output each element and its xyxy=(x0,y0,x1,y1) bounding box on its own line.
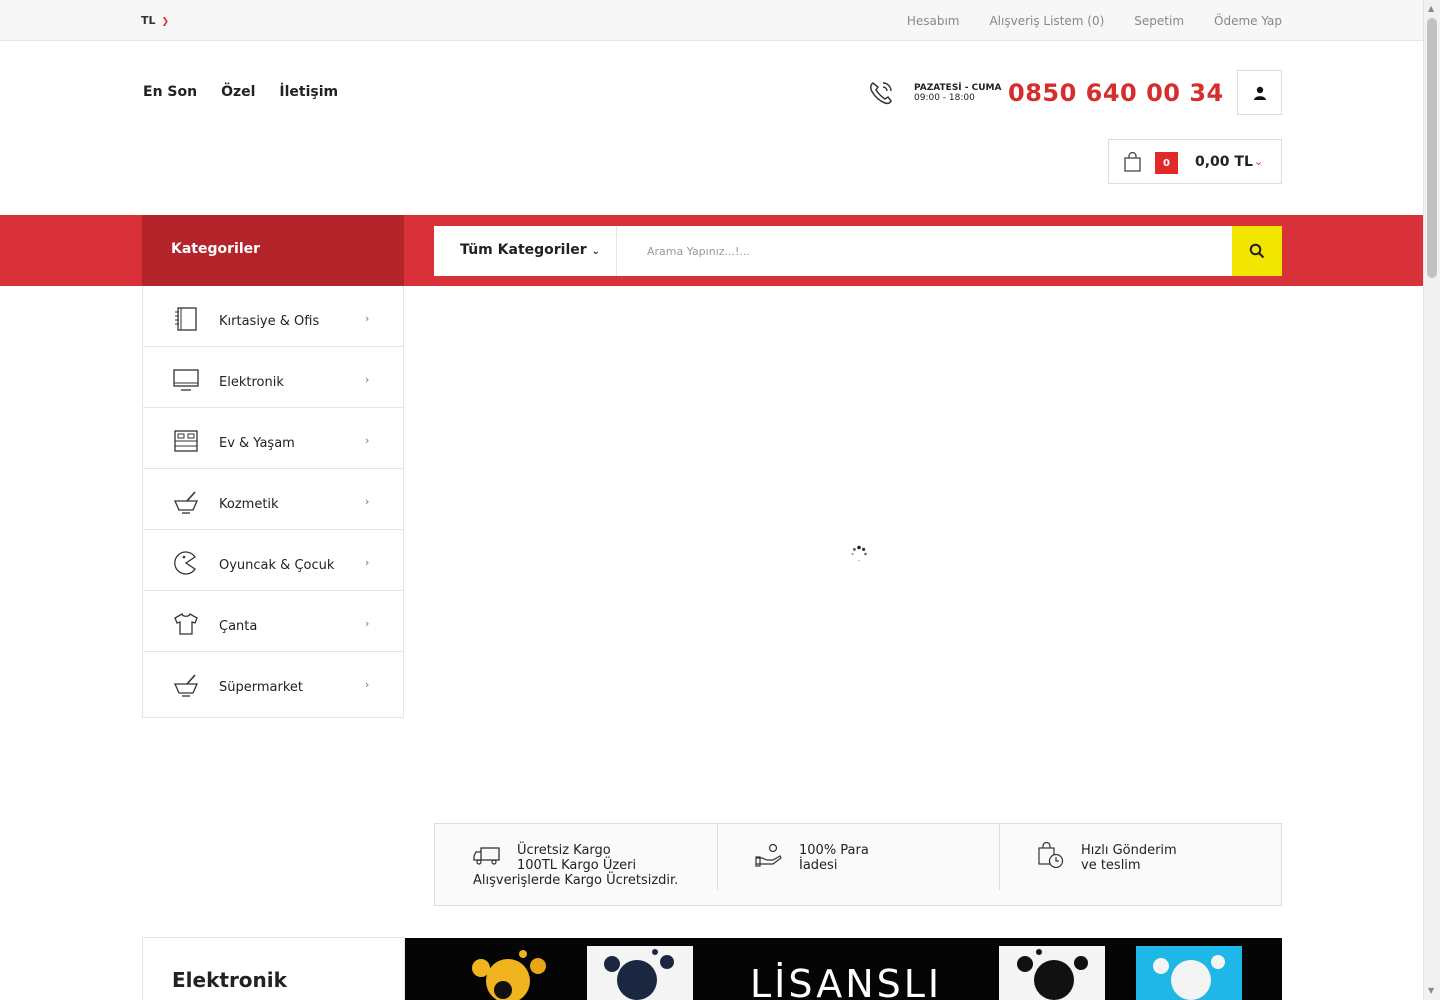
category-item-kozmetik[interactable]: Kozmetik › xyxy=(143,469,403,530)
hand-money-icon xyxy=(755,843,782,867)
feature-title: Ücretsiz Kargo xyxy=(517,843,611,858)
shopping-bag-icon xyxy=(1124,151,1141,172)
notebook-icon xyxy=(175,307,197,331)
category-label: Süpermarket xyxy=(219,680,303,695)
cart-total: 0,00 TL xyxy=(1195,154,1253,170)
cart-count-badge: 0 xyxy=(1155,152,1178,174)
search-category-select[interactable]: Tüm Kategoriler ⌄ xyxy=(434,226,617,276)
category-list: Kırtasiye & Ofis › Elektronik › Ev & Yaş… xyxy=(142,286,404,718)
feature-title: Hızlı Gönderim xyxy=(1081,843,1177,858)
chevron-down-icon: ❯ xyxy=(161,17,170,27)
features-strip: Ücretsiz Kargo 100TL Kargo Üzeri Alışver… xyxy=(434,823,1282,906)
user-account-button[interactable] xyxy=(1237,70,1282,115)
account-link[interactable]: Hesabım xyxy=(907,14,960,28)
currency-selector[interactable]: TL ❯ xyxy=(141,14,169,27)
nav-latest[interactable]: En Son xyxy=(143,84,197,100)
search-button[interactable] xyxy=(1232,226,1282,276)
category-item-elektronik[interactable]: Elektronik › xyxy=(143,347,403,408)
feature-fast-delivery: Hızlı Gönderim ve teslim xyxy=(999,824,1281,905)
search-input[interactable] xyxy=(617,226,1232,276)
loading-spinner-icon xyxy=(851,545,867,562)
section-title: Elektronik xyxy=(142,937,405,1000)
category-item-canta[interactable]: Çanta › xyxy=(143,591,403,652)
chevron-right-icon: › xyxy=(365,495,370,508)
working-hours: PAZATESİ - CUMA 09:00 - 18:00 xyxy=(914,83,1001,103)
truck-icon xyxy=(473,847,500,865)
category-label: Oyuncak & Çocuk xyxy=(219,558,335,573)
paint-splash-yellow-image xyxy=(453,946,559,1000)
working-time: 09:00 - 18:00 xyxy=(914,93,975,103)
paint-splash-cyan-image xyxy=(1136,946,1242,1000)
feature-text: 100% Para İadesi xyxy=(799,843,869,873)
category-item-oyuncak[interactable]: Oyuncak & Çocuk › xyxy=(143,530,403,591)
category-label: Çanta xyxy=(219,619,258,634)
chevron-right-icon: › xyxy=(365,312,370,325)
scroll-down-icon[interactable]: ▼ xyxy=(1428,986,1434,995)
phone-icon xyxy=(870,82,892,105)
working-days: PAZATESİ - CUMA xyxy=(914,83,1002,93)
category-label: Ev & Yaşam xyxy=(219,436,295,451)
category-label: Kozmetik xyxy=(219,497,279,512)
chevron-down-icon: ⌄ xyxy=(591,246,600,257)
category-label: Elektronik xyxy=(219,375,284,390)
pacman-icon xyxy=(174,551,196,575)
chevron-right-icon: › xyxy=(365,556,370,569)
top-links: Hesabım Alışveriş Listem (0) Sepetim Öde… xyxy=(907,14,1282,28)
page-scrollbar[interactable]: ▲ ▼ xyxy=(1423,0,1440,1000)
chevron-right-icon: › xyxy=(365,617,370,630)
search-icon xyxy=(1249,243,1265,259)
banner-text: LİSANSLI xyxy=(750,962,943,1000)
mortar-icon xyxy=(173,674,199,697)
promo-banner[interactable]: LİSANSLI xyxy=(405,938,1282,1000)
scrollbar-thumb[interactable] xyxy=(1427,18,1437,278)
nav-contact[interactable]: İletişim xyxy=(279,84,338,100)
main-nav: En Son Özel İletişim xyxy=(143,84,338,100)
chevron-right-icon: › xyxy=(365,373,370,386)
tshirt-icon xyxy=(174,613,198,635)
feature-subtitle: 100TL Kargo Üzeri xyxy=(517,858,637,873)
mortar-icon xyxy=(173,491,199,514)
monitor-icon xyxy=(173,369,199,391)
category-label: Kırtasiye & Ofis xyxy=(219,314,320,329)
bed-icon xyxy=(174,430,198,452)
feature-subtitle: ve teslim xyxy=(1081,858,1141,873)
scroll-up-icon[interactable]: ▲ xyxy=(1428,4,1434,13)
phone-number[interactable]: 0850 640 00 34 xyxy=(1008,79,1224,107)
chevron-right-icon: › xyxy=(365,678,370,691)
chevron-down-icon: ⌄ xyxy=(1254,155,1264,168)
category-item-ev-yasam[interactable]: Ev & Yaşam › xyxy=(143,408,403,469)
search-category-label: Tüm Kategoriler xyxy=(460,242,587,258)
cart-link[interactable]: Sepetim xyxy=(1134,14,1184,28)
feature-text: Hızlı Gönderim ve teslim xyxy=(1081,843,1177,873)
bag-clock-icon xyxy=(1038,842,1064,869)
currency-label: TL xyxy=(141,14,156,27)
wishlist-link[interactable]: Alışveriş Listem (0) xyxy=(989,14,1104,28)
feature-title: 100% Para xyxy=(799,843,869,858)
paint-splash-black-image xyxy=(999,946,1105,1000)
paint-splash-blue-image xyxy=(587,946,693,1000)
feature-subtitle: İadesi xyxy=(799,858,838,873)
feature-detail: Alışverişlerde Kargo Ücretsizdir. xyxy=(473,873,679,888)
chevron-right-icon: › xyxy=(365,434,370,447)
category-item-supermarket[interactable]: Süpermarket › xyxy=(143,652,403,713)
feature-free-shipping: Ücretsiz Kargo 100TL Kargo Üzeri Alışver… xyxy=(435,824,717,905)
feature-money-back: 100% Para İadesi xyxy=(717,824,999,905)
category-item-kirtasiye[interactable]: Kırtasiye & Ofis › xyxy=(143,286,403,347)
checkout-link[interactable]: Ödeme Yap xyxy=(1214,14,1282,28)
mini-cart-button[interactable]: 0 0,00 TL ⌄ xyxy=(1108,139,1282,184)
categories-header[interactable]: Kategoriler xyxy=(142,215,404,286)
user-icon xyxy=(1253,86,1266,100)
top-bar: TL ❯ Hesabım Alışveriş Listem (0) Sepetim… xyxy=(0,0,1423,41)
nav-special[interactable]: Özel xyxy=(221,84,255,100)
feature-text: Ücretsiz Kargo 100TL Kargo Üzeri xyxy=(517,843,636,873)
